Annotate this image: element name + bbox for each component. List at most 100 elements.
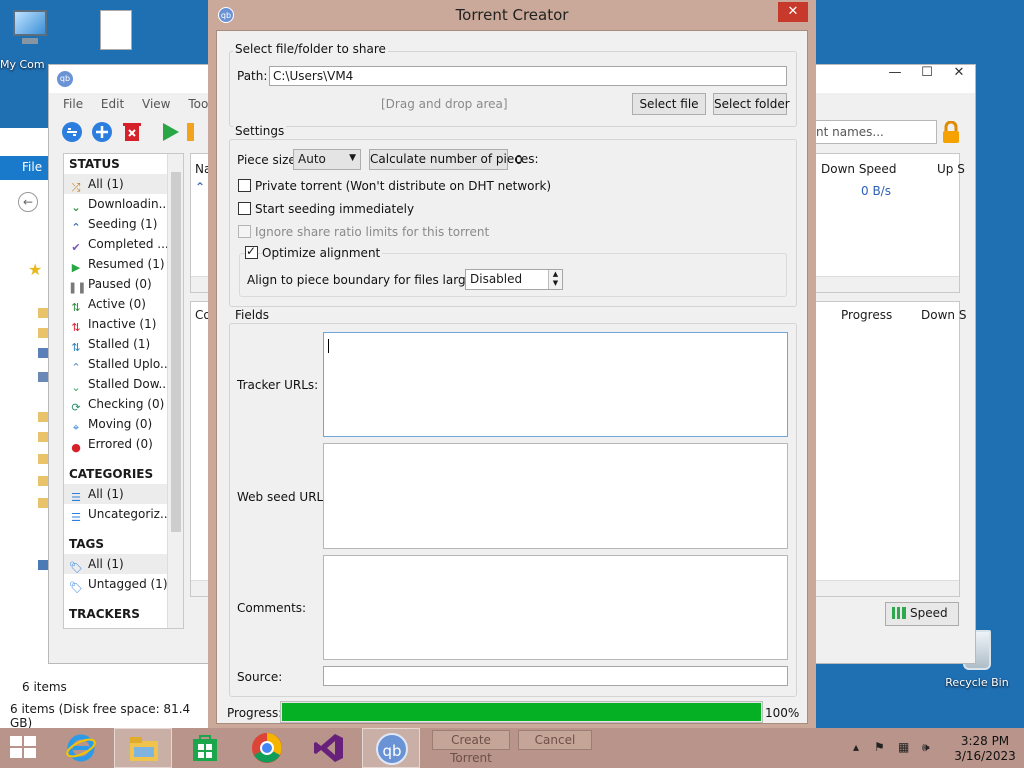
- status-completed[interactable]: ✔ Completed ...: [64, 234, 168, 254]
- optimize-alignment-label[interactable]: Optimize alignment: [262, 246, 383, 260]
- status-section-header: STATUS▲: [69, 157, 182, 171]
- properties-down-header[interactable]: Down S: [921, 308, 966, 322]
- status-paused[interactable]: ❚❚ Paused (0): [64, 274, 168, 294]
- menu-edit[interactable]: Edit: [101, 97, 124, 111]
- add-link-icon[interactable]: [61, 121, 83, 143]
- progress-bar: [280, 701, 763, 723]
- create-torrent-button[interactable]: Create Torrent: [432, 730, 510, 765]
- select-folder-button[interactable]: Select folder: [713, 93, 790, 115]
- my-computer-desktop-icon[interactable]: My Com: [0, 8, 62, 71]
- refresh-icon: ⟳: [71, 401, 81, 414]
- column-down-speed-header[interactable]: Down Speed: [821, 162, 896, 176]
- status-errored[interactable]: ● Errored (0): [64, 434, 168, 454]
- pause-icon[interactable]: [187, 121, 197, 143]
- private-torrent-checkbox[interactable]: [238, 179, 251, 192]
- maximize-icon[interactable]: ☐: [911, 65, 943, 80]
- status-seeding[interactable]: ⌃ Seeding (1): [64, 214, 168, 234]
- sidebar-filters: STATUS▲ ⤮All (1) ⌄Downloadin... ⌃Seeding…: [63, 153, 184, 629]
- torrent-filter-input[interactable]: nt names...: [809, 120, 937, 144]
- internet-explorer-icon: [66, 734, 96, 762]
- tags-section-header: TAGS: [69, 537, 105, 551]
- cancel-button[interactable]: Cancel: [518, 730, 592, 750]
- web-seed-urls-textarea[interactable]: [323, 443, 788, 549]
- category-all[interactable]: ☰ All (1): [64, 484, 168, 504]
- category-uncategorized[interactable]: ☰ Uncategoriz...: [64, 504, 171, 524]
- status-stalled-downloading[interactable]: ⌄ Stalled Dow...: [64, 374, 170, 394]
- private-torrent-label[interactable]: Private torrent (Won't distribute on DHT…: [255, 179, 551, 193]
- optimize-alignment-checkbox[interactable]: [245, 244, 258, 259]
- progress-label: Progress:: [227, 706, 283, 720]
- network-icon[interactable]: ▦: [898, 740, 909, 754]
- folder-icon: [38, 432, 48, 442]
- folder-icon: [38, 498, 48, 508]
- start-seeding-checkbox[interactable]: [238, 202, 251, 215]
- delete-icon[interactable]: [121, 121, 143, 143]
- move-icon: ⌖: [72, 421, 80, 434]
- comments-textarea[interactable]: [323, 555, 788, 660]
- back-arrow-icon[interactable]: ←: [18, 192, 38, 212]
- checkmark-icon: ✔: [71, 241, 81, 254]
- dialog-titlebar[interactable]: qb Torrent Creator ✕: [208, 0, 816, 30]
- taskbar-qbittorrent[interactable]: qb: [362, 728, 420, 768]
- start-seeding-label[interactable]: Start seeding immediately: [255, 202, 414, 216]
- start-button[interactable]: [0, 728, 58, 768]
- explorer-file-tab[interactable]: File: [22, 160, 42, 174]
- taskbar-file-explorer[interactable]: [114, 728, 172, 768]
- seeding-row-icon: ⌃: [195, 180, 206, 194]
- status-active[interactable]: ⇅ Active (0): [64, 294, 168, 314]
- path-input[interactable]: C:\Users\VM4: [269, 66, 787, 86]
- align-boundary-spinbox[interactable]: Disabled ▲ ▼: [465, 269, 563, 290]
- volume-icon[interactable]: 🕪: [922, 740, 930, 755]
- menu-file[interactable]: File: [63, 97, 83, 111]
- status-stalled-uploading[interactable]: ⌃ Stalled Uplo...: [64, 354, 171, 374]
- tag-all[interactable]: 🏷 All (1): [64, 554, 168, 574]
- document-desktop-icon[interactable]: [84, 10, 148, 50]
- taskbar-chrome[interactable]: [238, 728, 296, 768]
- menu-view[interactable]: View: [142, 97, 170, 111]
- calculate-pieces-button[interactable]: Calculate number of pieces:: [369, 149, 539, 170]
- properties-progress-header[interactable]: Progress: [841, 308, 892, 322]
- taskbar-store[interactable]: [176, 728, 234, 768]
- minimize-icon[interactable]: —: [879, 65, 911, 80]
- drag-drop-area[interactable]: [Drag and drop area]: [381, 97, 508, 111]
- folder-icon: [38, 454, 48, 464]
- column-up-speed-header[interactable]: Up S: [937, 162, 965, 176]
- add-torrent-icon[interactable]: [91, 121, 113, 143]
- status-moving[interactable]: ⌖ Moving (0): [64, 414, 168, 434]
- source-input[interactable]: [323, 666, 788, 686]
- status-inactive[interactable]: ⇅ Inactive (1): [64, 314, 168, 334]
- explorer-status-bar: 6 items (Disk free space: 81.4 GB): [10, 702, 191, 730]
- tag-untagged[interactable]: 🏷 Untagged (1): [64, 574, 168, 594]
- status-checking[interactable]: ⟳ Checking (0): [64, 394, 168, 414]
- tracker-urls-textarea[interactable]: [323, 332, 788, 437]
- resume-icon[interactable]: [159, 121, 181, 143]
- status-resumed[interactable]: ▶ Resumed (1): [64, 254, 168, 274]
- source-label: Source:: [237, 670, 283, 684]
- piece-size-dropdown[interactable]: Auto ▼: [293, 149, 361, 170]
- trackers-section-header: TRACKERS: [69, 607, 140, 621]
- chevron-down-icon: ▼: [349, 153, 356, 163]
- up-down-arrows-red-icon: ⇅: [71, 321, 81, 334]
- taskbar-clock[interactable]: 3:28 PM 3/16/2023: [950, 734, 1020, 764]
- status-downloading[interactable]: ⌄ Downloadin...: [64, 194, 170, 214]
- folder-icon: [38, 476, 48, 486]
- speed-tab-button[interactable]: Speed: [885, 602, 959, 626]
- chevron-up-icon[interactable]: ▴: [853, 740, 859, 754]
- stalled-arrows-icon: ⇅: [71, 341, 81, 354]
- row-down-speed: 0 B/s: [861, 184, 891, 198]
- store-icon: [193, 735, 217, 761]
- stalled-upload-icon: ⌃: [71, 361, 81, 374]
- select-file-button[interactable]: Select file: [632, 93, 706, 115]
- status-all[interactable]: ⤮ All (1): [64, 174, 168, 194]
- spin-arrows-icon[interactable]: ▲ ▼: [548, 270, 562, 289]
- status-stalled[interactable]: ⇅ Stalled (1): [64, 334, 168, 354]
- file-explorer-icon: [130, 737, 158, 761]
- close-icon[interactable]: ✕: [943, 65, 975, 80]
- taskbar-internet-explorer[interactable]: [52, 728, 110, 768]
- close-icon[interactable]: ✕: [778, 2, 808, 22]
- lock-icon[interactable]: [941, 121, 961, 143]
- flag-icon[interactable]: ⚑: [874, 740, 885, 754]
- sidebar-scrollbar[interactable]: [167, 154, 183, 628]
- web-seed-urls-label: Web seed URLs:: [237, 490, 334, 504]
- taskbar-visual-studio[interactable]: [300, 728, 358, 768]
